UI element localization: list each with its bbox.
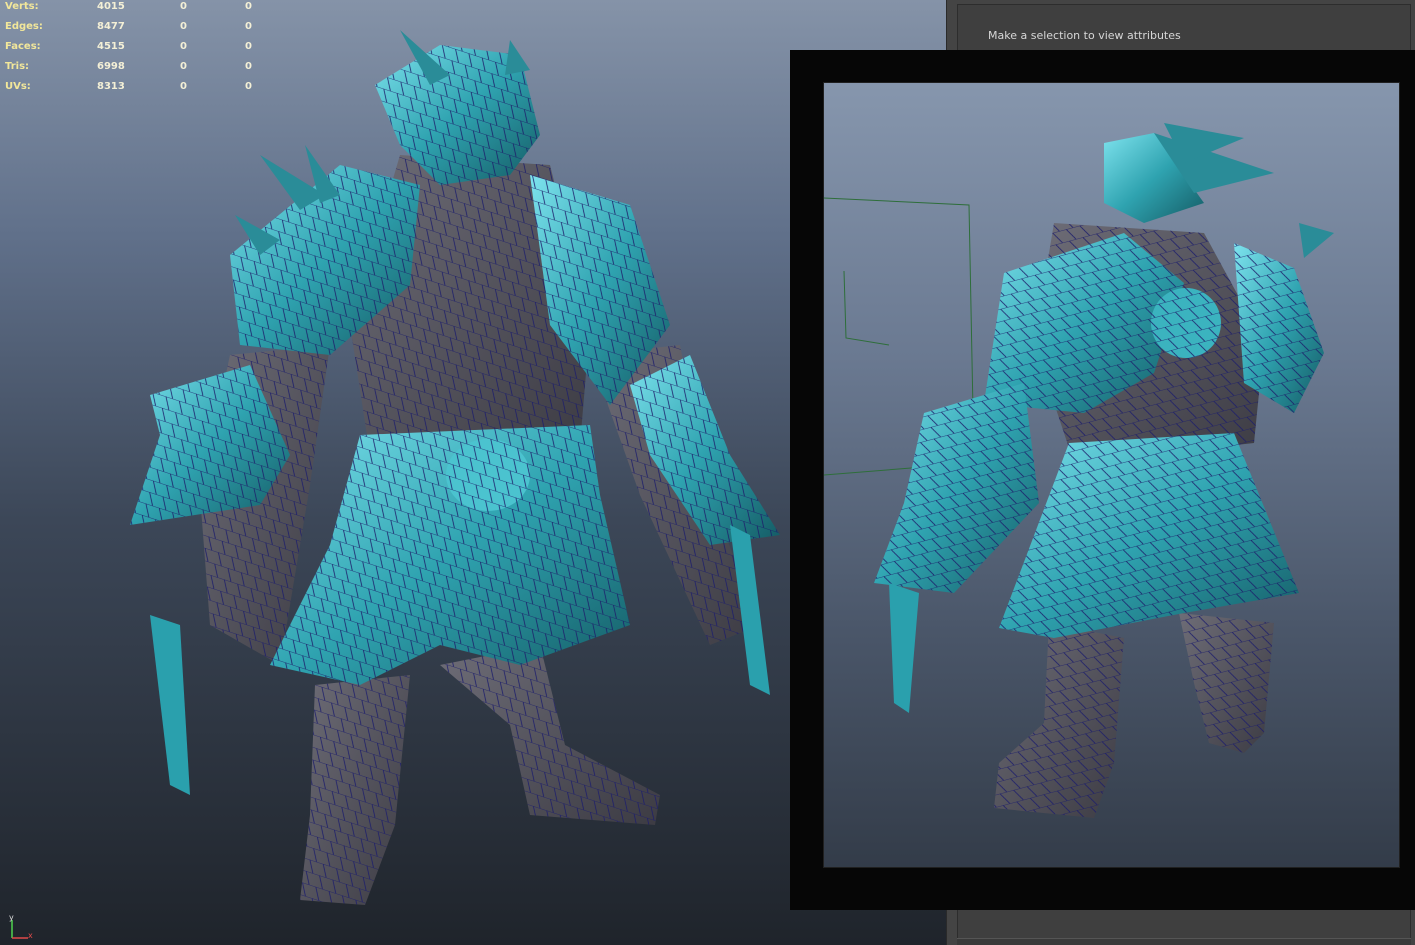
- axis-y-label: y: [9, 913, 14, 922]
- attribute-editor-footer: [957, 938, 1411, 945]
- hud-value: 0: [180, 1, 187, 12]
- hud-label: UVs:: [5, 81, 31, 92]
- hud-value: 0: [245, 1, 252, 12]
- character-model-back[interactable]: [824, 83, 1399, 867]
- model-back-legs: [994, 613, 1274, 818]
- hud-value: 4015: [97, 1, 125, 12]
- axis-gizmo-icon: y x: [9, 913, 33, 940]
- hud-label: Edges:: [5, 21, 43, 32]
- back-view-viewport[interactable]: [823, 82, 1400, 868]
- hud-label: Verts:: [5, 1, 39, 12]
- model-legs: [300, 645, 660, 905]
- attribute-editor-message: Make a selection to view attributes: [988, 29, 1181, 42]
- hud-label: Faces:: [5, 41, 41, 52]
- character-model-front[interactable]: [110, 25, 790, 915]
- hud-label: Tris:: [5, 61, 30, 72]
- axis-x-label: x: [28, 931, 33, 940]
- hud-row-verts: Verts: 4015 0 0: [5, 0, 265, 17]
